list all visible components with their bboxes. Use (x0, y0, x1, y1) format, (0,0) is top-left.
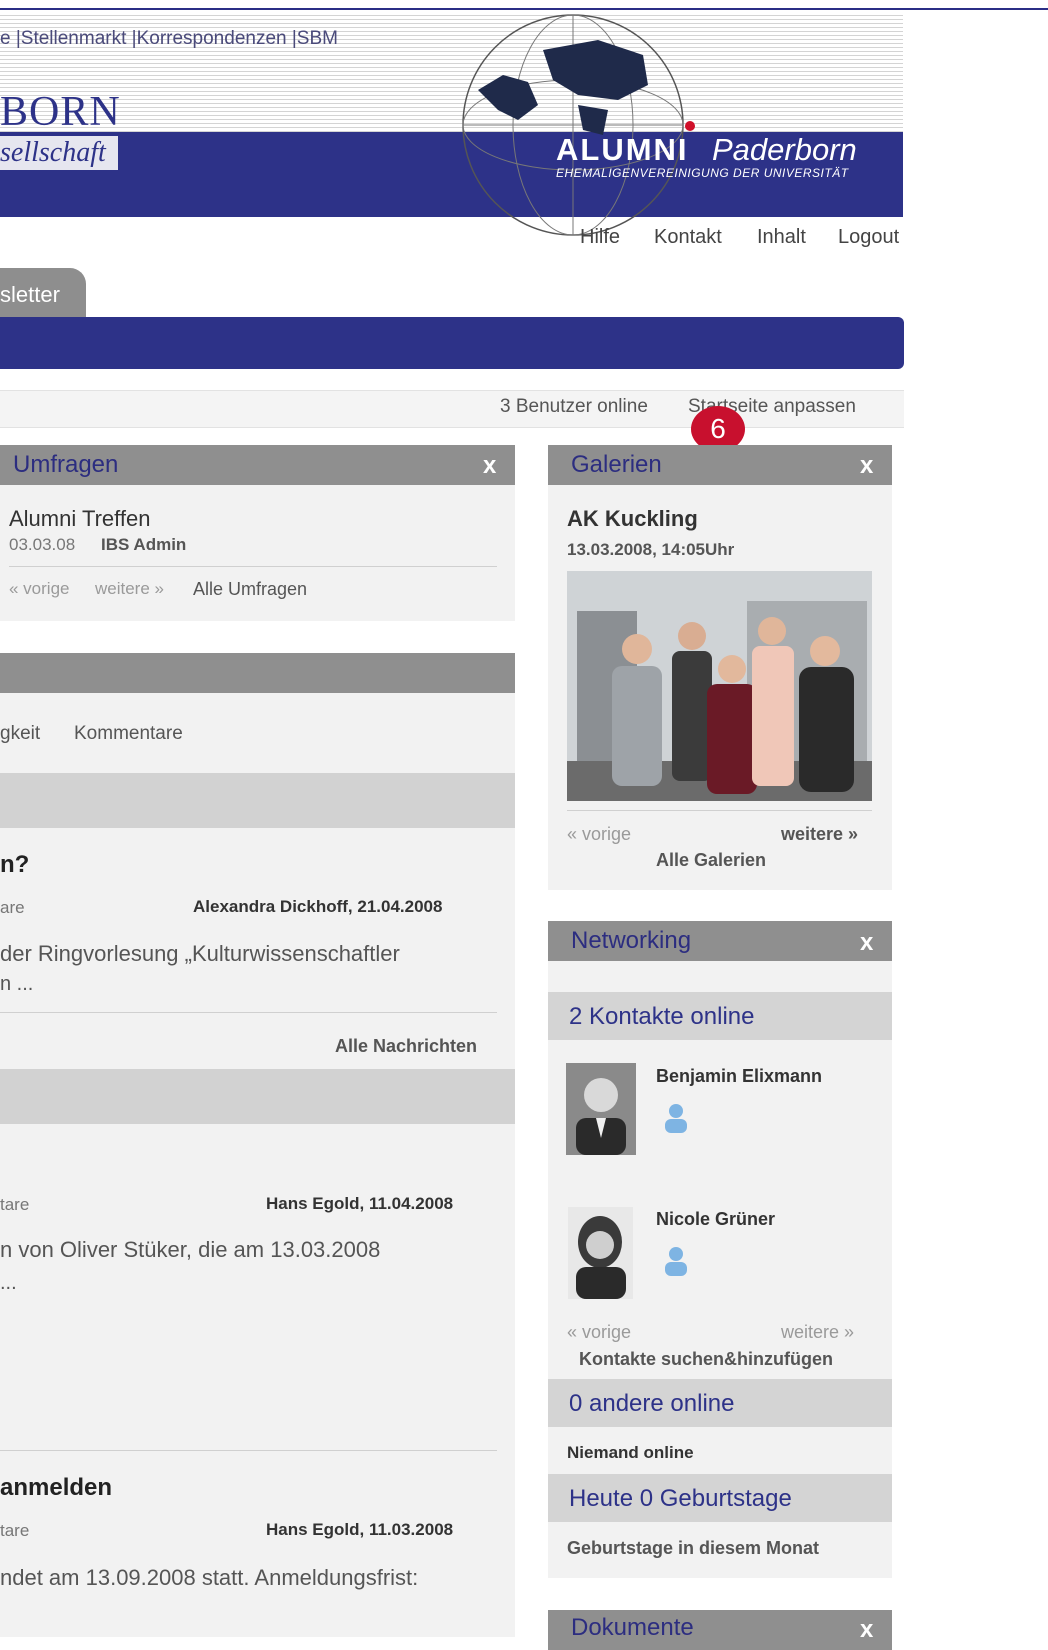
polls-title: Umfragen (13, 451, 119, 478)
news-item3-comments[interactable]: tare (0, 1521, 29, 1541)
poll-item-title[interactable]: Alumni Treffen (9, 506, 150, 532)
contact2-avatar[interactable] (568, 1207, 633, 1299)
all-galleries-link[interactable]: Alle Galerien (656, 850, 766, 871)
news-item2-author-date: Hans Egold, 11.04.2008 (266, 1194, 454, 1213)
networking-close-button[interactable]: x (860, 929, 873, 957)
contact1-name[interactable]: Benjamin Elixmann (656, 1066, 822, 1087)
contacts-online-count: 2 Kontakte online (569, 1003, 755, 1030)
gallery-album-datetime: 13.03.2008, 14:05Uhr (567, 540, 735, 559)
logo-alumni: ALUMNI (556, 132, 689, 167)
news-divider-2 (0, 1450, 497, 1451)
gallery-next-link[interactable]: weitere » (781, 824, 858, 845)
contacts-search-link[interactable]: Kontakte suchen&hinzufügen (579, 1349, 833, 1370)
brand-subtitle: sellschaft (0, 136, 118, 170)
gallery-title: Galerien (571, 451, 662, 478)
news-divider (0, 1012, 497, 1013)
news-item2-text-line1: n von Oliver Stüker, die am 13.03.2008 (0, 1237, 381, 1262)
documents-close-button[interactable]: x (860, 1616, 873, 1644)
logout-link[interactable]: Logout (838, 226, 899, 249)
contacts-prev-link[interactable]: « vorige (567, 1322, 631, 1343)
contact2-name[interactable]: Nicole Grüner (656, 1209, 775, 1230)
birthdays-month-link[interactable]: Geburtstage in diesem Monat (567, 1538, 819, 1559)
news-item1-author-date: Alexandra Dickhoff, 21.04.2008 (193, 897, 443, 916)
sort-activity-link[interactable]: gkeit (0, 723, 40, 745)
logo-paderborn: Paderborn (712, 132, 857, 167)
news-item2-comments[interactable]: tare (0, 1195, 29, 1215)
sort-comments-link[interactable]: Kommentare (74, 723, 183, 745)
contact1-avatar[interactable] (566, 1063, 636, 1155)
news-item1-comments[interactable]: are (0, 898, 25, 918)
polls-close-button[interactable]: x (483, 452, 496, 480)
others-online-count: 0 andere online (569, 1390, 735, 1417)
gallery-close-button[interactable]: x (860, 452, 873, 480)
gallery-divider (567, 810, 872, 811)
documents-title: Dokumente (571, 1614, 694, 1641)
polls-divider (9, 566, 497, 567)
news-subheader (0, 773, 515, 828)
polls-next-link[interactable]: weitere » (95, 579, 164, 599)
news-header (0, 653, 515, 693)
contacts-next-link[interactable]: weitere » (781, 1322, 854, 1343)
users-online-count[interactable]: 3 Benutzer online (500, 396, 648, 418)
gallery-photo[interactable] (567, 571, 872, 801)
poll-item-date: 03.03.08 (9, 535, 76, 554)
help-link[interactable]: Hilfe (580, 226, 620, 249)
logo-subtitle: EHEMALIGENVEREINIGUNG DER UNIVERSITÄT (556, 166, 849, 180)
news-item1-title[interactable]: n? (0, 851, 29, 879)
gallery-prev-link[interactable]: « vorige (567, 824, 631, 845)
logo-dot (685, 121, 695, 131)
birthdays-today: Heute 0 Geburtstage (569, 1485, 792, 1512)
nobody-online-text: Niemand online (567, 1443, 694, 1462)
content-link[interactable]: Inhalt (757, 226, 806, 249)
contact1-person-icon[interactable] (664, 1103, 688, 1133)
contact2-person-icon[interactable] (664, 1246, 688, 1276)
gallery-album-title[interactable]: AK Kuckling (567, 506, 698, 532)
brand-name: BORN (0, 89, 121, 135)
poll-item-author: IBS Admin (101, 535, 187, 554)
news-subheader-2 (0, 1069, 515, 1124)
news-item3-author-date: Hans Egold, 11.03.2008 (266, 1520, 454, 1539)
contact-link[interactable]: Kontakt (654, 226, 722, 249)
polls-all-link[interactable]: Alle Umfragen (193, 579, 307, 600)
tab-newsletter[interactable]: sletter (0, 268, 86, 318)
news-item3-text-line1: ndet am 13.09.2008 statt. Anmeldungsfris… (0, 1565, 419, 1590)
news-item3-title[interactable]: anmelden (0, 1474, 112, 1502)
all-news-link[interactable]: Alle Nachrichten (335, 1036, 477, 1057)
news-item1-text-line2: n ... (0, 973, 34, 995)
news-item1-text-line1: der Ringvorlesung „Kulturwissenschaftler (0, 941, 400, 966)
globe-logo-icon (462, 14, 684, 236)
polls-prev-link[interactable]: « vorige (9, 579, 69, 599)
main-nav-bar (0, 317, 904, 369)
tab-newsletter-label: sletter (0, 282, 60, 307)
news-item2-text-line2: ... (0, 1272, 17, 1294)
top-navigation[interactable]: e |Stellenmarkt |Korrespondenzen |SBM (0, 28, 338, 50)
networking-title: Networking (571, 927, 692, 954)
